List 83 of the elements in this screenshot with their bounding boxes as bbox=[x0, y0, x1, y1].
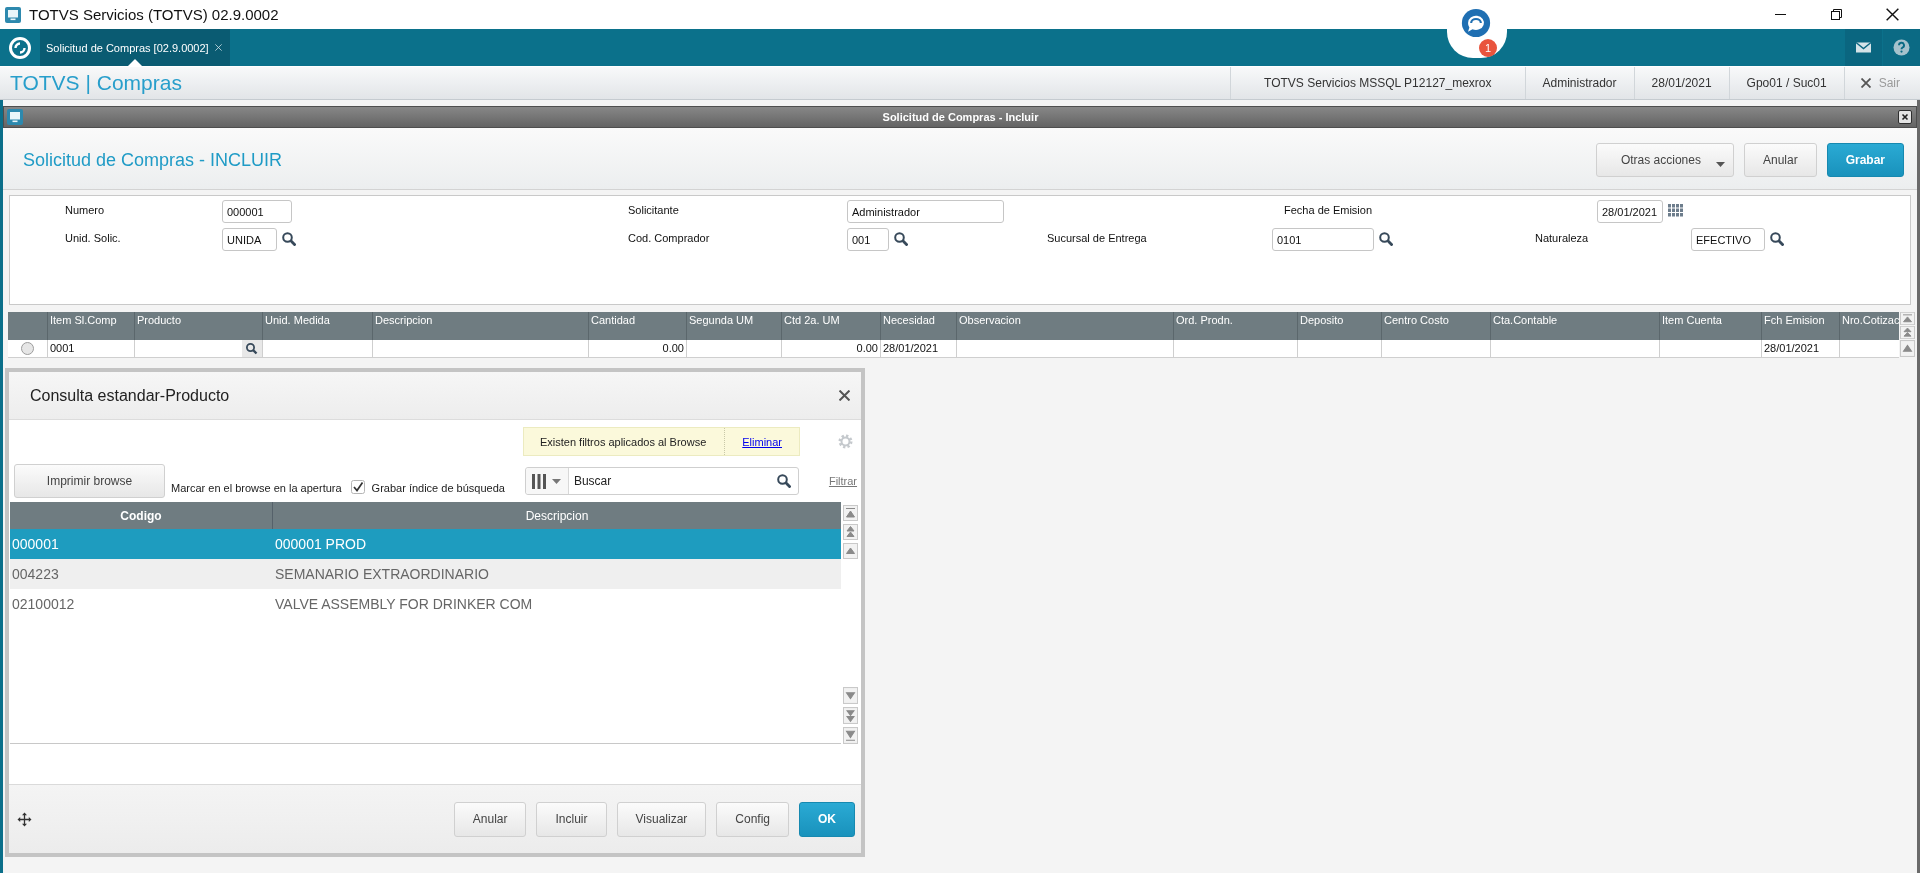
table-cell-text: 000001 bbox=[11, 535, 60, 554]
chat-icon bbox=[1461, 8, 1491, 38]
date-field[interactable]: 28/01/2021 bbox=[1597, 200, 1663, 223]
page-down-icon[interactable] bbox=[843, 707, 858, 724]
secondary-button[interactable]: Anular bbox=[453, 801, 527, 837]
table-cell-text: VALVE ASSEMBLY FOR DRINKER COM bbox=[274, 595, 534, 614]
page-up-icon[interactable] bbox=[1900, 326, 1915, 339]
scroll-top-icon[interactable] bbox=[1900, 312, 1915, 325]
column-header[interactable]: Codigo bbox=[10, 502, 272, 529]
help-icon[interactable] bbox=[1883, 29, 1920, 66]
remove-filter-link[interactable]: Eliminar bbox=[724, 428, 799, 455]
lookup-field[interactable]: 0101 bbox=[1272, 228, 1374, 251]
header-info: 28/01/2021 bbox=[1651, 76, 1712, 90]
header-info: TOTVS Servicios MSSQL P12127_mexrox bbox=[1264, 76, 1492, 90]
app-title: TOTVS | Compras bbox=[10, 71, 182, 95]
table-cell: 0.00 bbox=[781, 340, 880, 358]
table-cell-text: SEMANARIO EXTRAORDINARIO bbox=[274, 565, 490, 584]
search-icon[interactable] bbox=[1770, 232, 1784, 246]
calendar-icon[interactable] bbox=[1668, 204, 1683, 217]
field-label: Fecha de Emision bbox=[1284, 204, 1373, 216]
close-icon[interactable] bbox=[1885, 8, 1899, 21]
checkbox[interactable] bbox=[350, 480, 365, 494]
notice-text: Existen filtros aplicados al Browse bbox=[538, 434, 708, 450]
table-cell-text: 02100012 bbox=[11, 595, 76, 614]
secondary-button[interactable]: Anular bbox=[1743, 143, 1817, 177]
caret-icon bbox=[1715, 162, 1725, 167]
header-info: Gpo01 / Suc01 bbox=[1746, 76, 1827, 90]
close-icon bbox=[1860, 78, 1871, 88]
checkbox-label: Grabar índice de búsqueda bbox=[371, 481, 505, 495]
move-icon[interactable] bbox=[17, 811, 32, 827]
text-field[interactable]: Administrador bbox=[847, 200, 1004, 223]
filter-link[interactable]: Filtrar bbox=[828, 475, 858, 487]
field-label: Cod. Comprador bbox=[628, 232, 710, 244]
scroll-top-icon[interactable] bbox=[843, 505, 858, 521]
scroll-bottom-icon[interactable] bbox=[843, 727, 858, 744]
search-icon[interactable] bbox=[776, 474, 791, 488]
search-icon[interactable] bbox=[242, 340, 262, 357]
column-selector-icon[interactable] bbox=[531, 473, 562, 489]
table-cell: 28/01/2021 bbox=[1761, 340, 1839, 358]
header-info: Administrador bbox=[1542, 76, 1617, 90]
search-icon[interactable] bbox=[894, 232, 908, 246]
lookup-field[interactable]: 001 bbox=[847, 228, 889, 251]
field-label: Unid. Solic. bbox=[65, 232, 121, 244]
table-cell-text: 004223 bbox=[11, 565, 60, 584]
option-label: Marcar en el browse en la apertura bbox=[171, 481, 342, 495]
secondary-button[interactable]: Config bbox=[716, 801, 789, 837]
close-icon[interactable] bbox=[839, 390, 850, 401]
monitor-icon bbox=[5, 6, 21, 23]
field-label: Solicitante bbox=[628, 204, 679, 216]
table-cell: 0.00 bbox=[588, 340, 686, 358]
secondary-button[interactable]: Visualizar bbox=[616, 801, 707, 837]
close-icon[interactable] bbox=[1898, 110, 1912, 124]
field-label: Naturaleza bbox=[1535, 232, 1589, 244]
field-label: Sucursal de Entrega bbox=[1047, 232, 1147, 244]
table-cell-text: 000001 PROD bbox=[274, 535, 368, 554]
scroll-up-icon[interactable] bbox=[1900, 340, 1915, 357]
field-label: Numero bbox=[65, 204, 105, 216]
search-icon[interactable] bbox=[1379, 232, 1393, 246]
restore-icon[interactable] bbox=[1830, 9, 1842, 20]
table-row[interactable]: 004223 SEMANARIO EXTRAORDINARIO bbox=[10, 559, 841, 589]
circle-logo-icon[interactable] bbox=[9, 36, 31, 59]
page-title: Solicitud de Compras - INCLUIR bbox=[23, 149, 283, 171]
table-cell: 28/01/2021 bbox=[880, 340, 956, 358]
search-icon[interactable] bbox=[282, 232, 296, 246]
monitor-icon bbox=[7, 109, 23, 125]
dialog-title: Consulta estandar-Producto bbox=[30, 386, 230, 405]
table-cell bbox=[1839, 340, 1899, 358]
table-cell: 0001 bbox=[47, 340, 134, 358]
window-title: TOTVS Servicios (TOTVS) 02.9.0002 bbox=[29, 6, 279, 23]
mail-icon[interactable] bbox=[1845, 29, 1882, 66]
lookup-field[interactable]: UNIDA bbox=[222, 228, 277, 251]
minimize-icon[interactable] bbox=[1774, 14, 1786, 15]
scroll-up-icon[interactable] bbox=[843, 543, 858, 559]
print-button[interactable]: Imprimir browse bbox=[14, 464, 165, 498]
lookup-field[interactable]: EFECTIVO bbox=[1691, 228, 1765, 251]
page-up-icon[interactable] bbox=[843, 524, 858, 540]
menu-button[interactable]: Otras acciones bbox=[1595, 143, 1734, 177]
tab[interactable]: Solicitud de Compras [02.9.0002] bbox=[40, 29, 230, 66]
window-title: Solicitud de Compras - Incluir bbox=[882, 111, 1039, 123]
secondary-button[interactable]: Incluir bbox=[536, 801, 607, 837]
radio-button[interactable] bbox=[21, 342, 34, 355]
scroll-down-icon[interactable] bbox=[843, 687, 858, 704]
text-field[interactable]: 000001 bbox=[222, 200, 292, 223]
